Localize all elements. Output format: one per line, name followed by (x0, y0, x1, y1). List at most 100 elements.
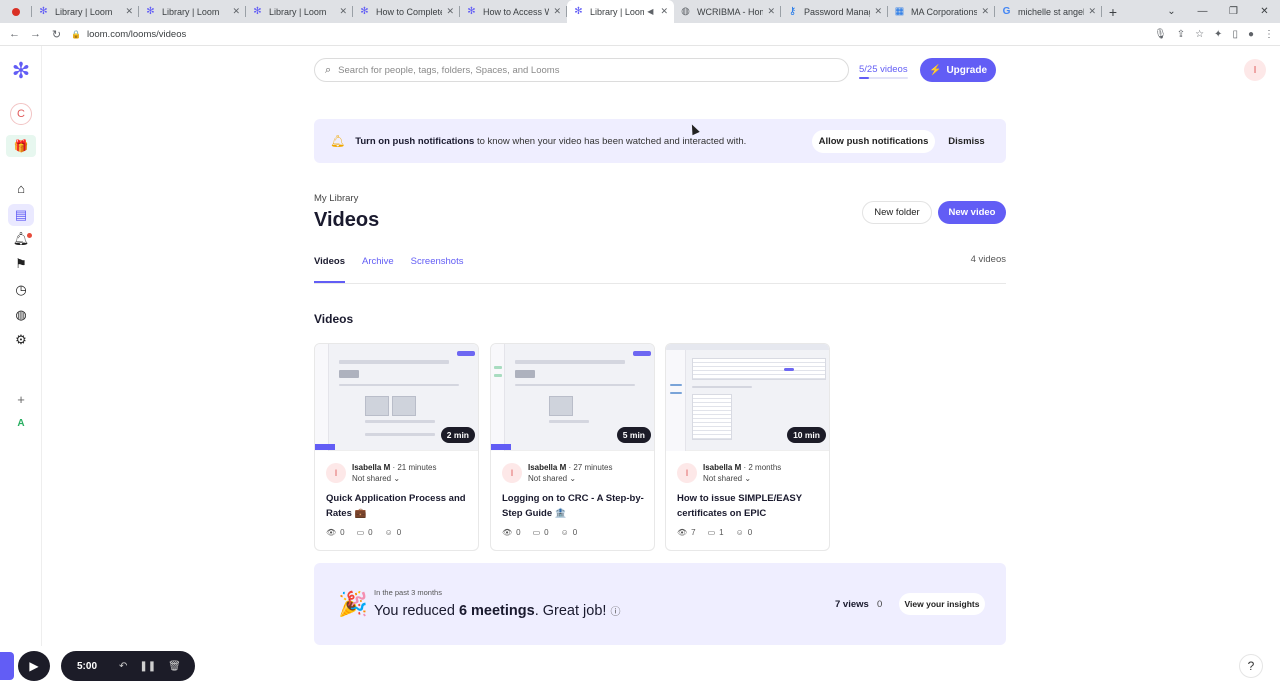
tab-videos[interactable]: Videos (314, 256, 345, 283)
video-stats: 👁︎ 0 ▭ 0 ☺ 0 (502, 528, 578, 537)
close-icon[interactable]: ✕ (874, 6, 882, 17)
video-title[interactable]: Quick Application Process and Rates 💼 (326, 491, 474, 521)
video-thumbnail[interactable]: 10 min (666, 344, 829, 451)
author-name: Isabella M (352, 463, 391, 472)
comment-icon: ▭ (532, 528, 541, 537)
add-icon[interactable]: + (0, 392, 42, 407)
browser-tab[interactable]: ✻ Library | Loom ✕ (246, 0, 353, 23)
browser-tab[interactable]: ✻ Library | Loom ✕ (139, 0, 246, 23)
back-icon[interactable]: ← (4, 28, 25, 40)
history-icon[interactable]: ◷ (0, 282, 42, 298)
close-icon[interactable]: ✕ (1088, 6, 1096, 17)
dismiss-button[interactable]: Dismiss (943, 130, 990, 153)
browser-tab[interactable]: ✻ How to Access W ✕ (460, 0, 567, 23)
tab-screenshots[interactable]: Screenshots (411, 256, 464, 283)
recorder-edge-tab[interactable] (0, 652, 14, 680)
videos-count-label: 4 videos (970, 254, 1006, 265)
loom-logo[interactable]: ✻ (0, 58, 42, 84)
info-icon[interactable]: ⓘ (610, 607, 620, 618)
search-input[interactable] (338, 64, 819, 76)
video-count[interactable]: 5/25 videos (859, 64, 908, 75)
browser-tab[interactable]: ◍WCRIBMA - Home✕ (674, 0, 781, 23)
speaker-icon[interactable]: ◀ (647, 7, 653, 16)
sharing-dropdown[interactable]: Not shared ⌄ (352, 473, 437, 484)
pause-icon[interactable]: ❚❚ (139, 661, 156, 672)
undo-icon[interactable]: ↶ (119, 661, 127, 672)
video-title[interactable]: How to issue SIMPLE/EASY certificates on… (677, 491, 825, 521)
video-card[interactable]: 2 min I Isabella M · 21 minutes Not shar… (314, 343, 479, 551)
chevron-down-icon[interactable]: ⌄ (1156, 6, 1187, 17)
view-insights-button[interactable]: View your insights (899, 593, 985, 615)
settings-gear-icon[interactable]: ⚙ (0, 332, 42, 348)
comment-icon: ▭ (356, 528, 365, 537)
new-tab-icon[interactable]: + (1102, 4, 1124, 20)
breadcrumb[interactable]: My Library (314, 193, 358, 204)
smile-icon: ☺ (735, 528, 744, 537)
minimize-icon[interactable]: — (1187, 6, 1218, 17)
chevron-down-icon: ⌄ (569, 474, 577, 483)
close-icon[interactable]: ✕ (553, 6, 561, 17)
trash-icon[interactable]: 🗑︎ (168, 661, 181, 672)
close-icon[interactable]: ✕ (981, 6, 989, 17)
sharing-dropdown[interactable]: Not shared ⌄ (703, 473, 781, 484)
tab-archive[interactable]: Archive (362, 256, 394, 283)
browser-tab[interactable]: ⚷Password Manage✕ (781, 0, 888, 23)
avatar[interactable]: I (1244, 59, 1266, 81)
url-field[interactable]: 🔒 loom.com/looms/videos (71, 29, 186, 40)
eye-icon: 👁︎ (326, 528, 337, 537)
menu-icon[interactable]: ⋮ (1264, 29, 1274, 40)
help-icon[interactable]: ? (1239, 654, 1263, 678)
video-title[interactable]: Logging on to CRC - A Step-by-Step Guide… (502, 491, 650, 521)
profile-icon[interactable]: ● (1248, 29, 1254, 40)
smile-icon: ☺ (560, 528, 569, 537)
close-icon[interactable]: ✕ (232, 6, 240, 17)
close-icon[interactable]: ✕ (767, 6, 775, 17)
tab-divider (314, 283, 1006, 284)
duration-badge: 2 min (440, 427, 475, 443)
share-icon[interactable]: ⇪ (1177, 29, 1185, 40)
sharing-dropdown[interactable]: Not shared ⌄ (528, 473, 613, 484)
new-video-button[interactable]: New video (938, 201, 1006, 224)
gift-button[interactable]: 🎁 (0, 135, 42, 157)
loom-icon: ✻ (467, 6, 476, 17)
close-icon[interactable]: ✕ (125, 6, 133, 17)
close-icon[interactable]: ✕ (660, 6, 668, 17)
video-stats: 👁︎ 7 ▭ 1 ☺ 0 (677, 528, 753, 537)
close-window-icon[interactable]: ✕ (1249, 6, 1280, 17)
new-folder-button[interactable]: New folder (862, 201, 932, 224)
browser-tab-active[interactable]: ✻ Library | Loom ◀ ✕ (567, 0, 674, 23)
search-bar[interactable]: ⌕ (314, 58, 849, 82)
notifications-icon[interactable]: 🔔︎ (0, 231, 42, 247)
browser-tab[interactable]: ✻ How to Complete ✕ (353, 0, 460, 23)
home-icon[interactable]: ⌂ (0, 181, 42, 196)
key-icon: ⚷ (788, 6, 797, 17)
video-card[interactable]: 5 min I Isabella M · 27 minutes Not shar… (490, 343, 655, 551)
library-nav[interactable]: ▤ (0, 204, 42, 226)
reload-icon[interactable]: ↻ (46, 28, 67, 41)
allow-push-notifications-button[interactable]: Allow push notifications (812, 130, 935, 153)
forward-icon[interactable]: → (25, 28, 46, 40)
globe-icon: ◍ (681, 6, 690, 17)
close-icon[interactable]: ✕ (446, 6, 454, 17)
video-thumbnail[interactable]: 5 min (491, 344, 654, 451)
video-thumbnail[interactable]: 2 min (315, 344, 478, 451)
bookmark-icon[interactable]: ⚑ (0, 256, 42, 272)
camera-icon[interactable]: ▶︎ (18, 651, 50, 681)
duration-badge: 10 min (787, 427, 826, 443)
workspace-switcher[interactable]: C (0, 103, 42, 125)
browser-tab[interactable]: ✻ Library | Loom ✕ (32, 0, 139, 23)
browser-tab[interactable]: Gmichelle st angelo ✕ (995, 0, 1102, 23)
close-icon[interactable]: ✕ (339, 6, 347, 17)
restore-icon[interactable]: ❐ (1218, 6, 1249, 17)
browser-tab[interactable]: ▦ MA Corporations ✕ (888, 0, 995, 23)
search-icon: ⌕ (325, 63, 332, 76)
video-card[interactable]: 10 min I Isabella M · 2 months Not share… (665, 343, 830, 551)
microphone-icon[interactable]: 🎙 (1154, 29, 1167, 40)
globe-icon[interactable]: ◍ (0, 307, 42, 323)
recording-indicator (0, 0, 32, 23)
extensions-icon[interactable]: ✦ (1214, 29, 1222, 40)
upgrade-button[interactable]: ⚡ Upgrade (920, 58, 996, 82)
star-icon[interactable]: ☆ (1195, 29, 1204, 40)
space-item[interactable]: A (0, 418, 42, 429)
sidebar-icon[interactable]: ▯ (1232, 29, 1238, 40)
